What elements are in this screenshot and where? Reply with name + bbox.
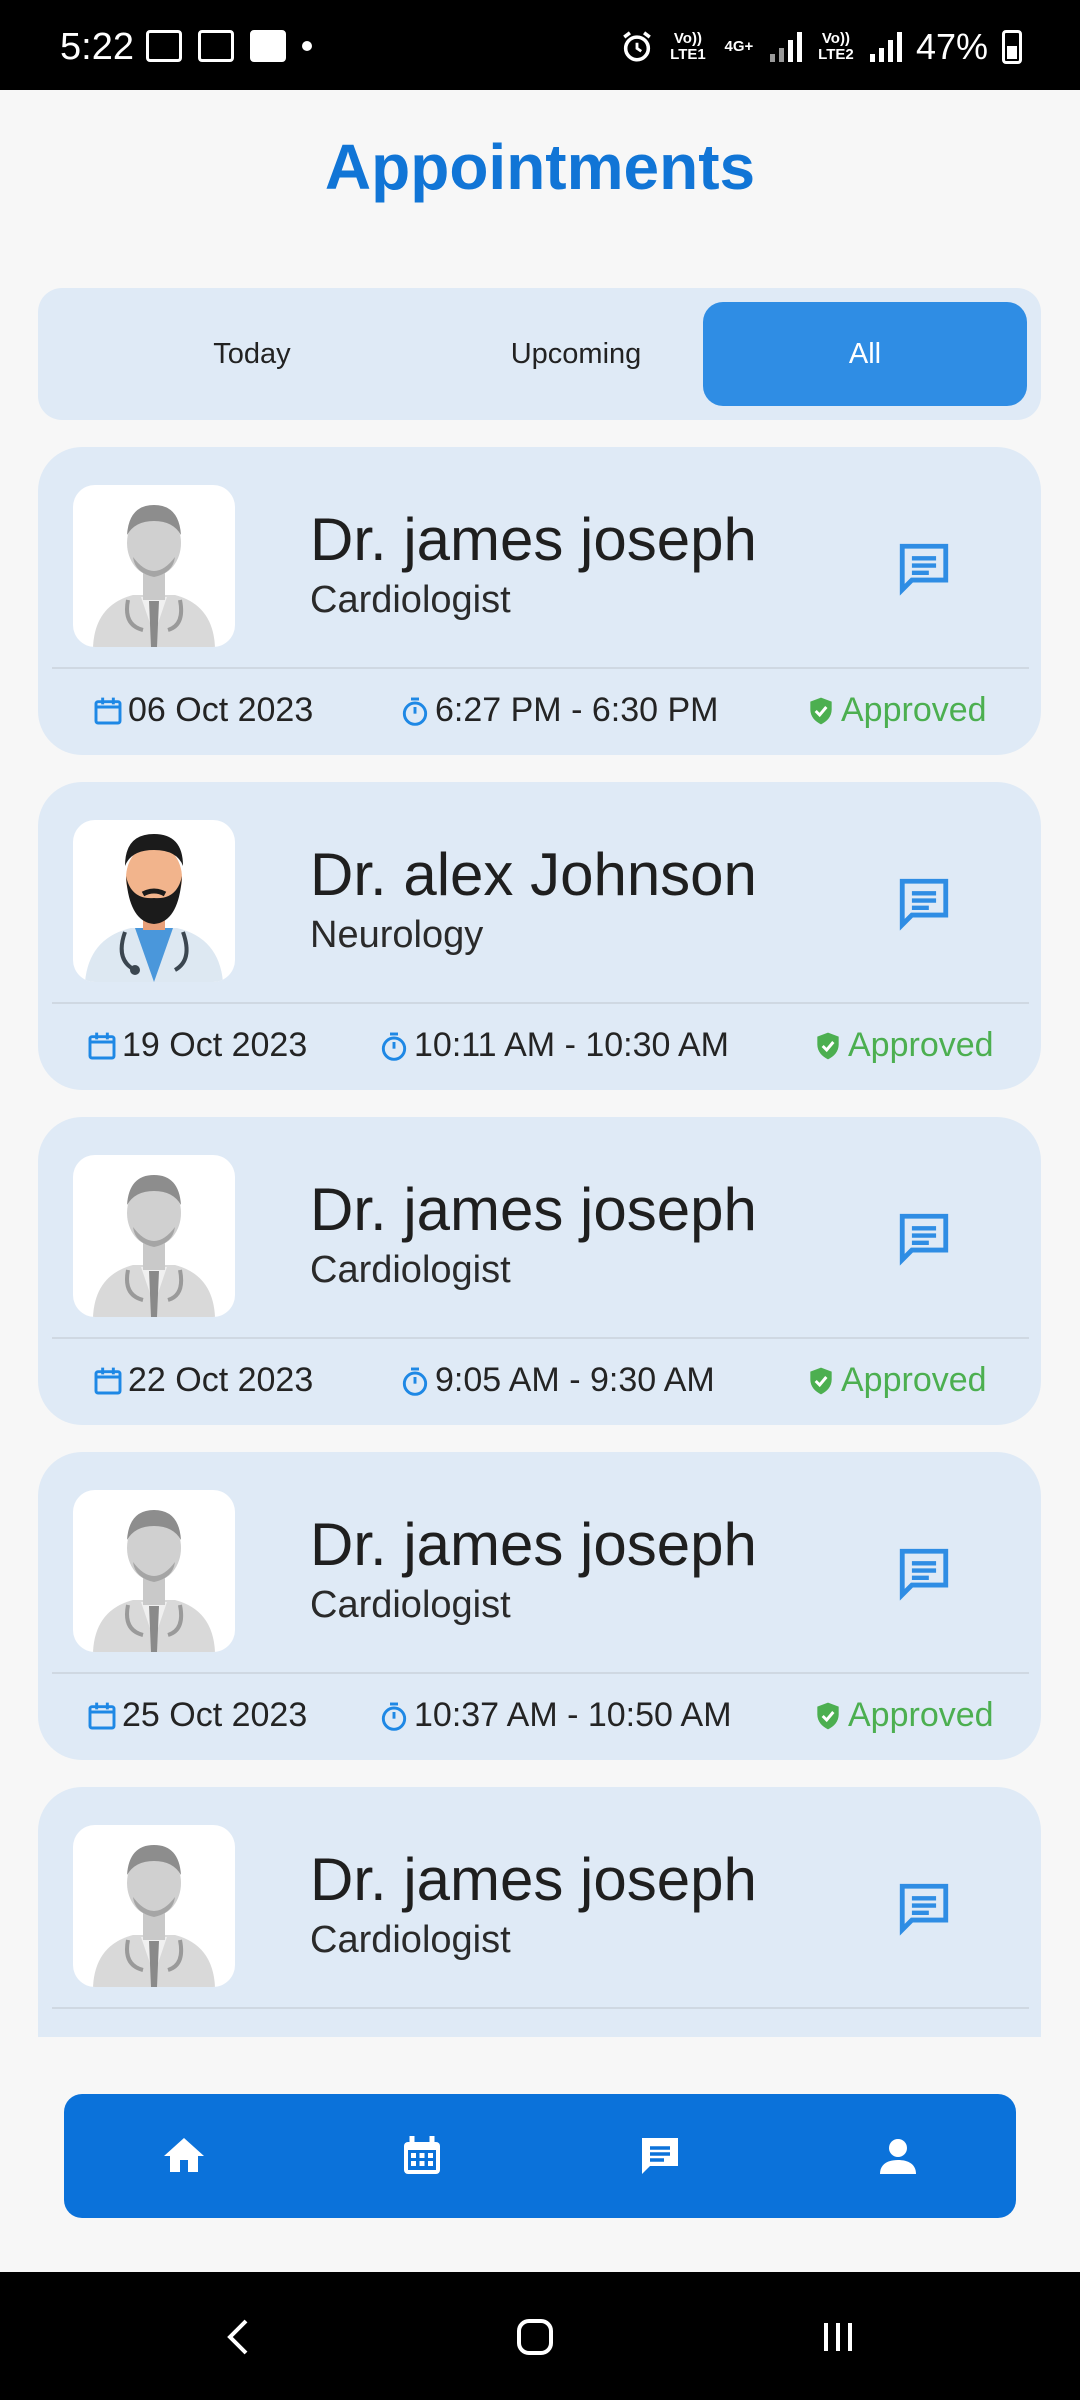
network-type: 4G+ xyxy=(724,38,754,55)
bottom-navigation xyxy=(64,2094,1016,2218)
doctor-specialty: Cardiologist xyxy=(310,579,511,621)
date-text: 06 Oct 2023 xyxy=(128,691,314,729)
time-text: 9:05 AM - 9:30 AM xyxy=(435,1361,715,1399)
chat-icon[interactable] xyxy=(895,1879,953,1937)
calendar-icon xyxy=(94,697,122,724)
doctor-specialty: Neurology xyxy=(310,914,484,956)
doctor-avatar xyxy=(73,1490,235,1652)
back-icon[interactable] xyxy=(210,2302,270,2372)
divider xyxy=(52,2007,1029,2009)
appointment-status: Approved xyxy=(812,1026,994,1065)
divider xyxy=(52,1337,1029,1339)
divider xyxy=(52,1672,1029,1674)
date-text: 19 Oct 2023 xyxy=(122,1026,308,1064)
system-navigation-bar xyxy=(0,2272,1080,2400)
doctor-avatar xyxy=(73,1825,235,1987)
recent-apps-icon[interactable] xyxy=(808,2302,868,2372)
verified-shield-icon xyxy=(810,1367,832,1394)
chat-icon[interactable] xyxy=(628,2124,692,2188)
appointment-card[interactable]: Dr. james joseph Cardiologist 25 Oct 202… xyxy=(38,1452,1041,1760)
alarm-icon xyxy=(623,31,651,62)
sim1-label: Vo)) LTE1 xyxy=(670,30,706,63)
gmail-notification-icon xyxy=(198,30,234,62)
time-text: 10:37 AM - 10:50 AM xyxy=(414,1696,732,1734)
status-text: Approved xyxy=(841,691,987,729)
status-time: 5:22 xyxy=(60,26,134,68)
doctor-specialty: Cardiologist xyxy=(310,1584,511,1626)
home-icon[interactable] xyxy=(152,2124,216,2188)
timer-icon xyxy=(381,1032,407,1061)
doctor-specialty: Cardiologist xyxy=(310,1919,511,1961)
appointment-card[interactable]: Dr. james joseph Cardiologist xyxy=(38,1787,1041,2037)
appointment-date: 25 Oct 2023 xyxy=(86,1696,307,1735)
calendar-icon xyxy=(94,1367,122,1394)
doctor-avatar xyxy=(73,485,235,647)
timer-icon xyxy=(402,697,428,726)
chat-icon[interactable] xyxy=(895,874,953,932)
status-text: Approved xyxy=(841,1361,987,1399)
signal-icon xyxy=(869,32,902,62)
calendar-icon xyxy=(88,1702,116,1729)
sim2-label: Vo)) LTE2 xyxy=(818,30,854,63)
verified-shield-icon xyxy=(810,697,832,724)
home-button-icon[interactable] xyxy=(505,2302,565,2372)
battery-icon xyxy=(1002,30,1022,64)
doctor-name: Dr. james joseph xyxy=(310,506,757,573)
signal-icon xyxy=(769,32,802,62)
doctor-avatar xyxy=(73,1155,235,1317)
date-text: 25 Oct 2023 xyxy=(122,1696,308,1734)
time-text: 10:11 AM - 10:30 AM xyxy=(414,1026,729,1064)
appointment-card[interactable]: Dr. james joseph Cardiologist 06 Oct 202… xyxy=(38,447,1041,755)
more-notifications-icon xyxy=(302,41,312,51)
appointment-time: 9:05 AM - 9:30 AM xyxy=(399,1361,715,1400)
gallery-notification-icon xyxy=(146,30,182,62)
date-text: 22 Oct 2023 xyxy=(128,1361,314,1399)
timer-icon xyxy=(402,1367,428,1396)
time-text: 6:27 PM - 6:30 PM xyxy=(435,691,719,729)
status-bar: 5:22 Vo)) LTE1 4G+ Vo)) LTE2 47% xyxy=(0,0,1080,90)
chat-icon[interactable] xyxy=(895,1209,953,1267)
doctor-name: Dr. james joseph xyxy=(310,1176,757,1243)
appointment-date: 06 Oct 2023 xyxy=(92,691,313,730)
doctor-name: Dr. alex Johnson xyxy=(310,841,757,908)
timer-icon xyxy=(381,1702,407,1731)
appointment-date: 22 Oct 2023 xyxy=(92,1361,313,1400)
calendar-icon[interactable] xyxy=(390,2124,454,2188)
chat-icon[interactable] xyxy=(895,1544,953,1602)
profile-icon[interactable] xyxy=(866,2124,930,2188)
divider xyxy=(52,667,1029,669)
tab-upcoming[interactable]: Upcoming xyxy=(414,302,738,406)
appointment-status: Approved xyxy=(805,691,987,730)
verified-shield-icon xyxy=(817,1032,839,1059)
status-text: Approved xyxy=(848,1026,994,1064)
chat-icon[interactable] xyxy=(895,539,953,597)
appointment-status: Approved xyxy=(812,1696,994,1735)
tab-all[interactable]: All xyxy=(703,302,1027,406)
appointment-time: 10:37 AM - 10:50 AM xyxy=(378,1696,732,1735)
appointment-card[interactable]: Dr. alex Johnson Neurology 19 Oct 2023 1… xyxy=(38,782,1041,1090)
battery-percent: 47% xyxy=(915,26,988,67)
verified-shield-icon xyxy=(817,1702,839,1729)
doctor-name: Dr. james joseph xyxy=(310,1511,757,1578)
divider xyxy=(52,1002,1029,1004)
doctor-avatar xyxy=(73,820,235,982)
appointment-card[interactable]: Dr. james joseph Cardiologist 22 Oct 202… xyxy=(38,1117,1041,1425)
tab-today[interactable]: Today xyxy=(90,302,414,406)
doctor-name: Dr. james joseph xyxy=(310,1846,757,1913)
notification-icons xyxy=(146,30,312,62)
appointment-list[interactable]: Dr. james joseph Cardiologist 06 Oct 202… xyxy=(38,447,1041,2037)
status-right: Vo)) LTE1 4G+ Vo)) LTE2 47% xyxy=(620,26,1022,68)
appointment-date: 19 Oct 2023 xyxy=(86,1026,307,1065)
appointment-status: Approved xyxy=(805,1361,987,1400)
appointment-time: 6:27 PM - 6:30 PM xyxy=(399,691,718,730)
doctor-specialty: Cardiologist xyxy=(310,1249,511,1291)
status-text: Approved xyxy=(848,1696,994,1734)
calendar-icon xyxy=(88,1032,116,1059)
appointment-filter-tabs: Today Upcoming All xyxy=(38,288,1041,420)
page-title: Appointments xyxy=(324,131,756,203)
appointment-time: 10:11 AM - 10:30 AM xyxy=(378,1026,729,1065)
zomato-notification-icon xyxy=(250,30,286,62)
